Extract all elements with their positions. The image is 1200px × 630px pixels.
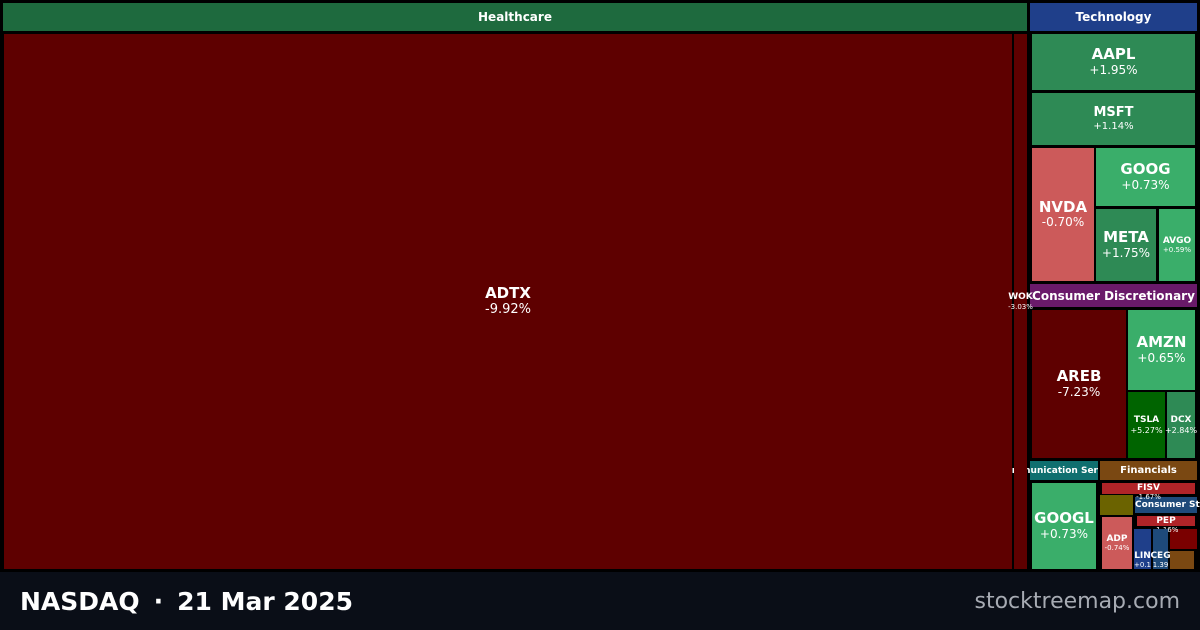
stock-change: +0.65% [1137,350,1186,365]
sector-header-technology[interactable]: Technology [1030,3,1197,31]
stock-ticker: AREB [1056,367,1102,386]
stock-ticker: LIN [1134,550,1151,561]
stock-ticker: CEG [1150,550,1171,561]
stock-tile-lin[interactable]: LIN +0.1 [1134,529,1151,569]
stock-tile-fisv[interactable]: FISV -1.67% [1102,483,1195,501]
stock-tile-meta[interactable]: META +1.75% [1096,209,1156,281]
stock-ticker: MSFT [1093,104,1134,120]
stock-ticker: AVGO [1162,235,1192,246]
stock-tile-dcx[interactable]: DCX +2.84% [1164,392,1198,458]
sector-header-consumer-discretionary[interactable]: Consumer Discretionary [1030,284,1197,307]
stock-change: +2.84% [1164,425,1198,435]
stock-ticker: TSLA [1133,415,1160,426]
stock-tile-msft[interactable]: MSFT +1.14% [1032,93,1195,145]
stock-change: +1.95% [1089,62,1138,77]
exchange-name: NASDAQ [20,586,140,616]
stock-change: -0.70% [1041,215,1085,230]
stock-change: -0.74% [1104,544,1130,553]
stock-ticker: AAPL [1091,45,1136,64]
stock-ticker: WOK [1008,292,1033,303]
stock-change: +0.73% [1121,177,1170,192]
stock-tile-goog[interactable]: GOOG +0.73% [1096,148,1195,206]
small-stock-tile[interactable] [1170,551,1194,569]
market-date: 21 Mar 2025 [177,586,353,616]
stock-ticker: ADTX [485,284,531,303]
stock-change: +5.27% [1130,425,1163,435]
stock-change: +1.75% [1101,245,1151,260]
stock-tile-ceg[interactable]: CEG 1.39 [1150,529,1171,569]
sector-header-healthcare[interactable]: Healthcare [3,3,1027,31]
stock-tile-amzn[interactable]: AMZN +0.65% [1128,310,1195,390]
stock-ticker: GOOGL [1034,509,1094,528]
stock-change: +0.1 [1134,560,1151,569]
stock-tile-googl[interactable]: GOOGL +0.73% [1032,483,1096,569]
stock-change: +1.14% [1093,120,1134,132]
sector-header-communication-ser[interactable]: Communication Ser [999,461,1098,480]
treemap-chart: Healthcare Technology Consumer Discretiona… [0,0,1200,572]
stock-tile-avgo[interactable]: AVGO +0.59% [1159,209,1195,281]
stock-change: -1.67% [1136,493,1161,502]
stock-ticker: ADP [1106,533,1128,544]
stock-tile-pep[interactable]: PEP-1.16% [1137,516,1195,534]
footer-title: NASDAQ · 21 Mar 2025 [20,587,353,616]
stock-tile-aapl[interactable]: AAPL +1.95% [1032,34,1195,90]
stock-tile-adp[interactable]: ADP -0.74% [1102,517,1132,569]
stock-change: +0.59% [1162,246,1192,255]
stock-change: +0.73% [1039,526,1089,541]
stock-tile-areb[interactable]: AREB -7.23% [1032,310,1126,458]
stock-change: 1.39 [1152,560,1169,569]
stock-ticker: AMZN [1136,333,1187,352]
stock-tile-wok[interactable]: WOK -3.03% [1008,34,1033,569]
small-stock-tile[interactable] [1100,495,1133,515]
stock-ticker: PEP [1156,516,1176,526]
stock-change: -7.23% [1057,384,1101,399]
title-separator: · [153,586,164,616]
sector-header-financials[interactable]: Financials [1100,461,1197,480]
footer-bar: NASDAQ · 21 Mar 2025 stocktreemap.com [0,572,1200,630]
stock-ticker: META [1103,228,1149,247]
stock-tile-nvda[interactable]: NVDA -0.70% [1032,148,1094,281]
stock-change: -3.03% [1008,302,1033,311]
stock-ticker: FISV [1137,483,1160,493]
stock-change: -9.92% [485,301,531,317]
stock-tile-adtx[interactable]: ADTX -9.92% [4,34,1012,569]
stock-tile-tsla[interactable]: TSLA +5.27% [1128,392,1165,458]
stock-ticker: DCX [1170,415,1192,426]
site-name: stocktreemap.com [974,588,1181,614]
stock-ticker: GOOG [1120,160,1171,179]
stock-ticker: NVDA [1038,197,1088,216]
